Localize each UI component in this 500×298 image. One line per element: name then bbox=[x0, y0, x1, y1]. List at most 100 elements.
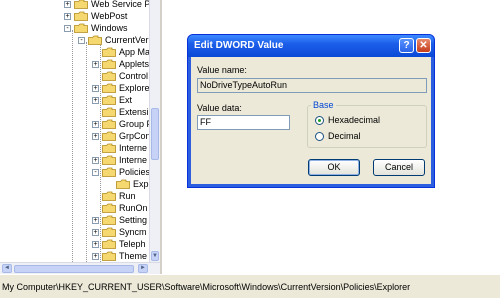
tree-item[interactable]: + GrpCon bbox=[92, 130, 151, 142]
scroll-right-button[interactable]: ► bbox=[138, 264, 148, 273]
tree-item-label: Interne bbox=[119, 143, 148, 153]
tree-item[interactable]: - Policies bbox=[92, 166, 150, 178]
expand-icon[interactable]: + bbox=[92, 120, 99, 128]
tree-item-label: Control bbox=[119, 71, 149, 81]
folder-icon bbox=[102, 47, 116, 57]
expand-icon[interactable]: + bbox=[92, 228, 99, 236]
tree-item[interactable]: + Group F bbox=[92, 118, 152, 130]
tree-item-label: Windows bbox=[91, 23, 128, 33]
tree-item[interactable]: Exp bbox=[106, 178, 149, 190]
dialog-title: Edit DWORD Value bbox=[194, 40, 284, 51]
folder-icon bbox=[102, 227, 116, 237]
expand-icon[interactable]: + bbox=[64, 0, 71, 8]
collapse-icon[interactable]: - bbox=[78, 36, 85, 44]
tree-item-label: Theme bbox=[119, 251, 148, 261]
tree-item-label: Teleph bbox=[119, 239, 146, 249]
tree-item-label: Ext bbox=[119, 95, 133, 105]
scroll-down-button[interactable]: ▼ bbox=[151, 251, 159, 261]
expand-icon[interactable]: + bbox=[92, 252, 99, 260]
tree-item-label: WebPost bbox=[91, 11, 128, 21]
expand-icon[interactable]: + bbox=[92, 132, 99, 140]
tree-item[interactable]: + Theme bbox=[92, 250, 147, 262]
folder-icon bbox=[74, 11, 88, 21]
value-name-label: Value name: bbox=[197, 65, 247, 75]
tree-item-label: Run bbox=[119, 191, 136, 201]
open-folder-icon bbox=[116, 179, 130, 189]
hexadecimal-radio[interactable] bbox=[315, 115, 324, 125]
tree-guide-line bbox=[86, 42, 87, 262]
tree-item[interactable]: - Windows bbox=[64, 22, 128, 34]
folder-icon bbox=[102, 215, 116, 225]
tree-item[interactable]: + Interne bbox=[92, 154, 147, 166]
tree-item[interactable]: + Ext bbox=[92, 94, 132, 106]
expand-icon[interactable]: + bbox=[92, 240, 99, 248]
folder-icon bbox=[102, 191, 116, 201]
tree-item[interactable]: + Teleph bbox=[92, 238, 146, 250]
tree-item-label: Exp bbox=[133, 179, 149, 189]
tree-item-label: GrpCon bbox=[119, 131, 151, 141]
tree-item-label: CurrentVer bbox=[105, 35, 149, 45]
expand-icon[interactable]: + bbox=[92, 60, 99, 68]
expand-icon[interactable]: + bbox=[92, 84, 99, 92]
folder-icon bbox=[102, 119, 116, 129]
tree-item[interactable]: Run bbox=[92, 190, 136, 202]
folder-icon bbox=[102, 143, 116, 153]
tree-item-label: Extensi bbox=[119, 107, 149, 117]
close-button[interactable]: ✕ bbox=[416, 38, 431, 53]
tree-item[interactable]: Control bbox=[92, 70, 148, 82]
folder-icon bbox=[102, 59, 116, 69]
tree-item[interactable]: + WebPost bbox=[64, 10, 127, 22]
collapse-icon[interactable]: - bbox=[64, 24, 71, 32]
folder-icon bbox=[102, 83, 116, 93]
dialog-title-bar[interactable]: Edit DWORD Value ? ✕ bbox=[188, 35, 434, 57]
tree-item-label: Policies bbox=[119, 167, 151, 177]
tree-item[interactable]: App Ma bbox=[92, 46, 150, 58]
tree-item-label: Explore bbox=[119, 83, 150, 93]
hexadecimal-option[interactable]: Hexadecimal bbox=[315, 115, 380, 125]
cancel-button[interactable]: Cancel bbox=[373, 159, 425, 176]
collapse-icon[interactable]: - bbox=[92, 168, 99, 176]
tree-item[interactable]: + Syncm bbox=[92, 226, 147, 238]
tree-item[interactable]: RunOn bbox=[92, 202, 148, 214]
dialog-body: Value name: NoDriveTypeAutoRun Value dat… bbox=[191, 57, 431, 184]
folder-icon bbox=[102, 251, 116, 261]
decimal-label: Decimal bbox=[328, 131, 361, 141]
folder-icon bbox=[102, 95, 116, 105]
tree-item-label: RunOn bbox=[119, 203, 148, 213]
scroll-left-button[interactable]: ◄ bbox=[2, 264, 12, 273]
value-data-label: Value data: bbox=[197, 103, 242, 113]
expand-icon[interactable]: + bbox=[92, 96, 99, 104]
folder-icon bbox=[102, 155, 116, 165]
tree-vertical-scrollbar[interactable]: ▼ bbox=[149, 0, 160, 262]
help-button[interactable]: ? bbox=[399, 38, 414, 53]
value-name-field[interactable]: NoDriveTypeAutoRun bbox=[197, 78, 427, 93]
tree-item-label: Syncm bbox=[119, 227, 147, 237]
tree-item[interactable]: + Setting bbox=[92, 214, 147, 226]
hexadecimal-label: Hexadecimal bbox=[328, 115, 381, 125]
value-data-input[interactable]: FF bbox=[197, 115, 290, 130]
tree-item[interactable]: + Web Service Pr bbox=[64, 0, 153, 10]
base-group-title: Base bbox=[311, 100, 336, 110]
base-groupbox bbox=[307, 105, 427, 148]
tree-guide-line bbox=[72, 30, 73, 262]
expand-icon[interactable]: + bbox=[64, 12, 71, 20]
registry-path: My Computer\HKEY_CURRENT_USER\Software\M… bbox=[2, 282, 411, 292]
folder-icon bbox=[88, 35, 102, 45]
decimal-option[interactable]: Decimal bbox=[315, 131, 361, 141]
decimal-radio[interactable] bbox=[315, 131, 324, 141]
tree-item[interactable]: - CurrentVer bbox=[78, 34, 149, 46]
horizontal-scroll-thumb[interactable] bbox=[14, 265, 134, 273]
expand-icon[interactable]: + bbox=[92, 216, 99, 224]
tree-item[interactable]: Extensi bbox=[92, 106, 149, 118]
tree-horizontal-scrollbar[interactable]: ◄ ► bbox=[0, 262, 160, 274]
tree-item-label: Group F bbox=[119, 119, 153, 129]
tree-item[interactable]: Interne bbox=[92, 142, 147, 154]
expand-icon[interactable]: + bbox=[92, 156, 99, 164]
ok-button[interactable]: OK bbox=[308, 159, 360, 176]
tree-item[interactable]: + Explore bbox=[92, 82, 150, 94]
registry-tree[interactable]: + Web Service Pr + WebPost - Windows - CurrentV… bbox=[0, 0, 160, 274]
tree-item[interactable]: + Applets bbox=[92, 58, 149, 70]
vertical-scroll-thumb[interactable] bbox=[151, 108, 159, 160]
folder-icon bbox=[102, 71, 116, 81]
tree-item-label: Setting bbox=[119, 215, 148, 225]
